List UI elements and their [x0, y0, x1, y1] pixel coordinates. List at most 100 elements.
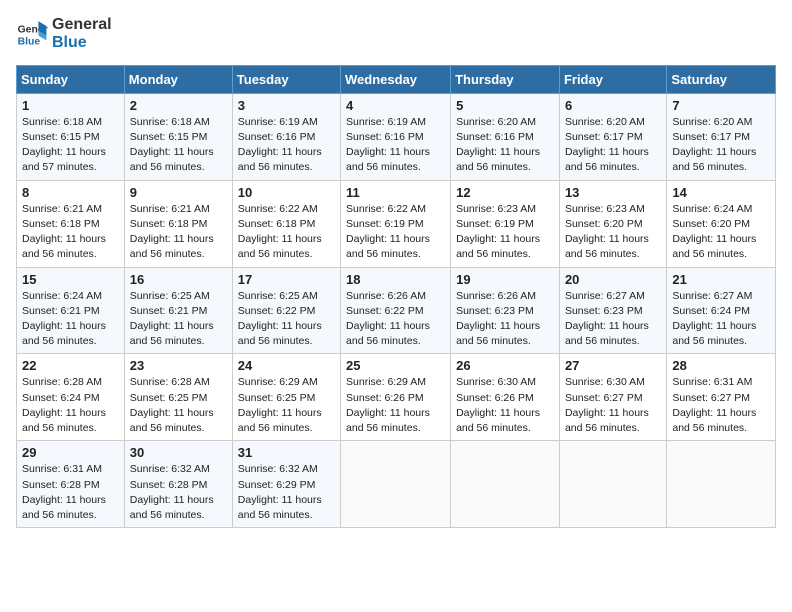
calendar-day-22: 22 Sunrise: 6:28 AMSunset: 6:24 PMDaylig… — [17, 354, 125, 441]
calendar-day-13: 13 Sunrise: 6:23 AMSunset: 6:20 PMDaylig… — [559, 180, 666, 267]
day-number: 15 — [22, 272, 119, 287]
day-number: 16 — [130, 272, 227, 287]
calendar-week-2: 8 Sunrise: 6:21 AMSunset: 6:18 PMDayligh… — [17, 180, 776, 267]
calendar-day-16: 16 Sunrise: 6:25 AMSunset: 6:21 PMDaylig… — [124, 267, 232, 354]
day-number: 30 — [130, 445, 227, 460]
calendar-day-2: 2 Sunrise: 6:18 AMSunset: 6:15 PMDayligh… — [124, 93, 232, 180]
day-info: Sunrise: 6:28 AMSunset: 6:25 PMDaylight:… — [130, 376, 214, 434]
calendar-day-20: 20 Sunrise: 6:27 AMSunset: 6:23 PMDaylig… — [559, 267, 666, 354]
logo-icon: General Blue — [16, 18, 48, 50]
day-info: Sunrise: 6:30 AMSunset: 6:27 PMDaylight:… — [565, 376, 649, 434]
day-number: 31 — [238, 445, 335, 460]
calendar-day-25: 25 Sunrise: 6:29 AMSunset: 6:26 PMDaylig… — [341, 354, 451, 441]
calendar-day-5: 5 Sunrise: 6:20 AMSunset: 6:16 PMDayligh… — [451, 93, 560, 180]
calendar-day-31: 31 Sunrise: 6:32 AMSunset: 6:29 PMDaylig… — [232, 441, 340, 528]
day-number: 28 — [672, 358, 770, 373]
calendar-day-19: 19 Sunrise: 6:26 AMSunset: 6:23 PMDaylig… — [451, 267, 560, 354]
calendar-day-24: 24 Sunrise: 6:29 AMSunset: 6:25 PMDaylig… — [232, 354, 340, 441]
calendar-day-23: 23 Sunrise: 6:28 AMSunset: 6:25 PMDaylig… — [124, 354, 232, 441]
day-info: Sunrise: 6:20 AMSunset: 6:16 PMDaylight:… — [456, 116, 540, 174]
calendar-day-4: 4 Sunrise: 6:19 AMSunset: 6:16 PMDayligh… — [341, 93, 451, 180]
day-info: Sunrise: 6:30 AMSunset: 6:26 PMDaylight:… — [456, 376, 540, 434]
day-info: Sunrise: 6:20 AMSunset: 6:17 PMDaylight:… — [565, 116, 649, 174]
day-number: 10 — [238, 185, 335, 200]
day-info: Sunrise: 6:21 AMSunset: 6:18 PMDaylight:… — [22, 203, 106, 261]
calendar-day-27: 27 Sunrise: 6:30 AMSunset: 6:27 PMDaylig… — [559, 354, 666, 441]
calendar-day-21: 21 Sunrise: 6:27 AMSunset: 6:24 PMDaylig… — [667, 267, 776, 354]
day-info: Sunrise: 6:27 AMSunset: 6:23 PMDaylight:… — [565, 290, 649, 348]
day-number: 6 — [565, 98, 661, 113]
weekday-header-sunday: Sunday — [17, 65, 125, 93]
day-info: Sunrise: 6:32 AMSunset: 6:28 PMDaylight:… — [130, 463, 214, 521]
day-info: Sunrise: 6:29 AMSunset: 6:26 PMDaylight:… — [346, 376, 430, 434]
day-info: Sunrise: 6:25 AMSunset: 6:21 PMDaylight:… — [130, 290, 214, 348]
day-info: Sunrise: 6:32 AMSunset: 6:29 PMDaylight:… — [238, 463, 322, 521]
calendar-day-17: 17 Sunrise: 6:25 AMSunset: 6:22 PMDaylig… — [232, 267, 340, 354]
day-info: Sunrise: 6:24 AMSunset: 6:20 PMDaylight:… — [672, 203, 756, 261]
day-info: Sunrise: 6:20 AMSunset: 6:17 PMDaylight:… — [672, 116, 756, 174]
day-info: Sunrise: 6:21 AMSunset: 6:18 PMDaylight:… — [130, 203, 214, 261]
svg-text:Blue: Blue — [18, 37, 41, 48]
calendar-day-30: 30 Sunrise: 6:32 AMSunset: 6:28 PMDaylig… — [124, 441, 232, 528]
calendar-day-11: 11 Sunrise: 6:22 AMSunset: 6:19 PMDaylig… — [341, 180, 451, 267]
day-number: 27 — [565, 358, 661, 373]
day-number: 26 — [456, 358, 554, 373]
calendar-day-1: 1 Sunrise: 6:18 AMSunset: 6:15 PMDayligh… — [17, 93, 125, 180]
day-number: 11 — [346, 185, 445, 200]
day-info: Sunrise: 6:31 AMSunset: 6:28 PMDaylight:… — [22, 463, 106, 521]
day-number: 13 — [565, 185, 661, 200]
calendar-day-18: 18 Sunrise: 6:26 AMSunset: 6:22 PMDaylig… — [341, 267, 451, 354]
calendar-day-29: 29 Sunrise: 6:31 AMSunset: 6:28 PMDaylig… — [17, 441, 125, 528]
day-number: 24 — [238, 358, 335, 373]
day-number: 23 — [130, 358, 227, 373]
day-number: 25 — [346, 358, 445, 373]
weekday-header-tuesday: Tuesday — [232, 65, 340, 93]
day-info: Sunrise: 6:31 AMSunset: 6:27 PMDaylight:… — [672, 376, 756, 434]
day-number: 4 — [346, 98, 445, 113]
day-number: 1 — [22, 98, 119, 113]
day-number: 14 — [672, 185, 770, 200]
day-info: Sunrise: 6:29 AMSunset: 6:25 PMDaylight:… — [238, 376, 322, 434]
logo-blue: Blue — [52, 34, 112, 52]
day-info: Sunrise: 6:27 AMSunset: 6:24 PMDaylight:… — [672, 290, 756, 348]
calendar-day-28: 28 Sunrise: 6:31 AMSunset: 6:27 PMDaylig… — [667, 354, 776, 441]
day-number: 20 — [565, 272, 661, 287]
calendar-day-7: 7 Sunrise: 6:20 AMSunset: 6:17 PMDayligh… — [667, 93, 776, 180]
calendar-week-3: 15 Sunrise: 6:24 AMSunset: 6:21 PMDaylig… — [17, 267, 776, 354]
calendar-day-6: 6 Sunrise: 6:20 AMSunset: 6:17 PMDayligh… — [559, 93, 666, 180]
day-info: Sunrise: 6:23 AMSunset: 6:20 PMDaylight:… — [565, 203, 649, 261]
day-number: 8 — [22, 185, 119, 200]
day-info: Sunrise: 6:26 AMSunset: 6:22 PMDaylight:… — [346, 290, 430, 348]
day-number: 3 — [238, 98, 335, 113]
day-info: Sunrise: 6:26 AMSunset: 6:23 PMDaylight:… — [456, 290, 540, 348]
day-info: Sunrise: 6:22 AMSunset: 6:19 PMDaylight:… — [346, 203, 430, 261]
calendar-day-15: 15 Sunrise: 6:24 AMSunset: 6:21 PMDaylig… — [17, 267, 125, 354]
calendar-day-26: 26 Sunrise: 6:30 AMSunset: 6:26 PMDaylig… — [451, 354, 560, 441]
day-info: Sunrise: 6:24 AMSunset: 6:21 PMDaylight:… — [22, 290, 106, 348]
day-info: Sunrise: 6:18 AMSunset: 6:15 PMDaylight:… — [22, 116, 106, 174]
logo-general: General — [52, 16, 112, 34]
day-number: 22 — [22, 358, 119, 373]
weekday-header-wednesday: Wednesday — [341, 65, 451, 93]
day-number: 7 — [672, 98, 770, 113]
weekday-header-friday: Friday — [559, 65, 666, 93]
day-number: 18 — [346, 272, 445, 287]
day-number: 29 — [22, 445, 119, 460]
day-info: Sunrise: 6:25 AMSunset: 6:22 PMDaylight:… — [238, 290, 322, 348]
calendar-day-8: 8 Sunrise: 6:21 AMSunset: 6:18 PMDayligh… — [17, 180, 125, 267]
day-number: 19 — [456, 272, 554, 287]
day-number: 2 — [130, 98, 227, 113]
day-info: Sunrise: 6:19 AMSunset: 6:16 PMDaylight:… — [346, 116, 430, 174]
logo: General Blue General Blue — [16, 16, 112, 53]
weekday-header-thursday: Thursday — [451, 65, 560, 93]
weekday-header-monday: Monday — [124, 65, 232, 93]
day-number: 21 — [672, 272, 770, 287]
empty-cell — [451, 441, 560, 528]
empty-cell — [341, 441, 451, 528]
empty-cell — [667, 441, 776, 528]
calendar-day-9: 9 Sunrise: 6:21 AMSunset: 6:18 PMDayligh… — [124, 180, 232, 267]
day-info: Sunrise: 6:18 AMSunset: 6:15 PMDaylight:… — [130, 116, 214, 174]
weekday-header-saturday: Saturday — [667, 65, 776, 93]
calendar-day-3: 3 Sunrise: 6:19 AMSunset: 6:16 PMDayligh… — [232, 93, 340, 180]
day-number: 9 — [130, 185, 227, 200]
